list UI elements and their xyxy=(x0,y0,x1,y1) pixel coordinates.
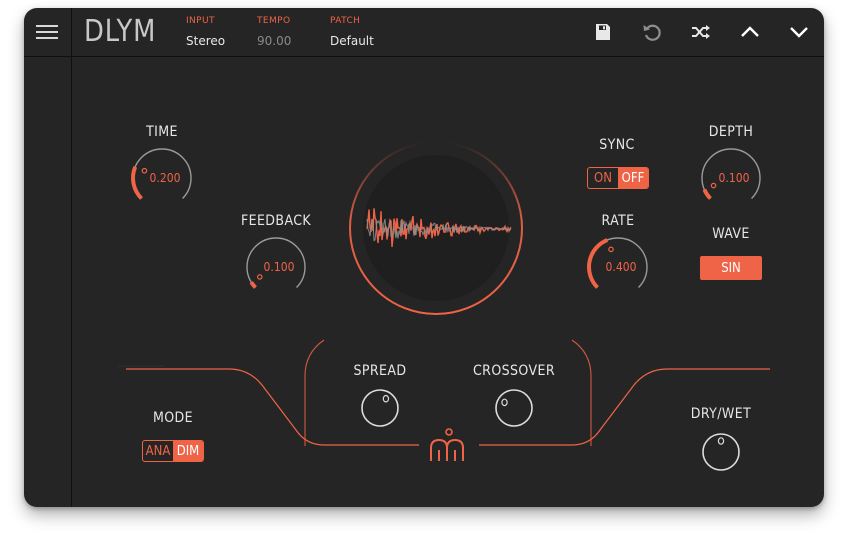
rate-knob[interactable]: 0.400 xyxy=(587,236,649,298)
drywet-knob-body xyxy=(702,433,740,471)
crossover-knob-indicator xyxy=(501,398,508,407)
mode-dim-option[interactable]: DIM xyxy=(173,441,203,461)
mode-toggle[interactable]: ANA DIM xyxy=(142,440,204,462)
plugin-panel: DLYM INPUT Stereo TEMPO 90.00 PATCH Defa… xyxy=(24,8,824,507)
feedback-knob-fill xyxy=(249,281,257,289)
crossover-knob-body xyxy=(495,389,533,427)
feedback-knob[interactable]: 0.100 xyxy=(245,236,307,298)
sync-on-option[interactable]: ON xyxy=(588,168,618,188)
rate-knob-value: 0.400 xyxy=(606,260,637,274)
time-knob-fill xyxy=(131,166,143,200)
sync-label: SYNC xyxy=(599,137,635,153)
rate-knob-indicator xyxy=(608,246,614,253)
rate-label: RATE xyxy=(601,213,635,229)
m-logo-icon xyxy=(430,428,464,461)
wave-label: WAVE xyxy=(712,226,750,242)
time-knob[interactable]: 0.200 xyxy=(131,147,193,209)
sync-off-option[interactable]: OFF xyxy=(618,168,648,188)
spread-knob-indicator xyxy=(382,394,390,403)
spread-knob[interactable] xyxy=(360,388,400,428)
drywet-knob-indicator xyxy=(717,437,725,445)
time-knob-indicator xyxy=(141,167,148,174)
drywet-label: DRY/WET xyxy=(690,406,752,422)
feedback-label: FEEDBACK xyxy=(240,213,312,229)
time-knob-value: 0.200 xyxy=(150,171,181,185)
time-label: TIME xyxy=(146,124,178,140)
depth-knob[interactable]: 0.100 xyxy=(700,147,762,209)
depth-knob-indicator xyxy=(710,182,717,189)
wave-shape-button[interactable]: SIN xyxy=(700,256,762,280)
spread-label: SPREAD xyxy=(353,363,407,379)
feedback-knob-value: 0.100 xyxy=(264,260,295,274)
mode-label: MODE xyxy=(152,410,194,426)
waveform-display xyxy=(349,141,523,315)
depth-knob-value: 0.100 xyxy=(719,171,750,185)
spread-knob-body xyxy=(361,389,399,427)
depth-knob-fill xyxy=(702,188,712,200)
feedback-knob-indicator xyxy=(256,274,263,280)
crossover-knob[interactable] xyxy=(494,388,534,428)
mode-ana-option[interactable]: ANA xyxy=(143,441,173,461)
depth-label: DEPTH xyxy=(708,124,754,140)
drywet-knob[interactable] xyxy=(701,432,741,472)
crossover-label: CROSSOVER xyxy=(472,363,556,379)
sync-toggle[interactable]: ON OFF xyxy=(587,167,649,189)
